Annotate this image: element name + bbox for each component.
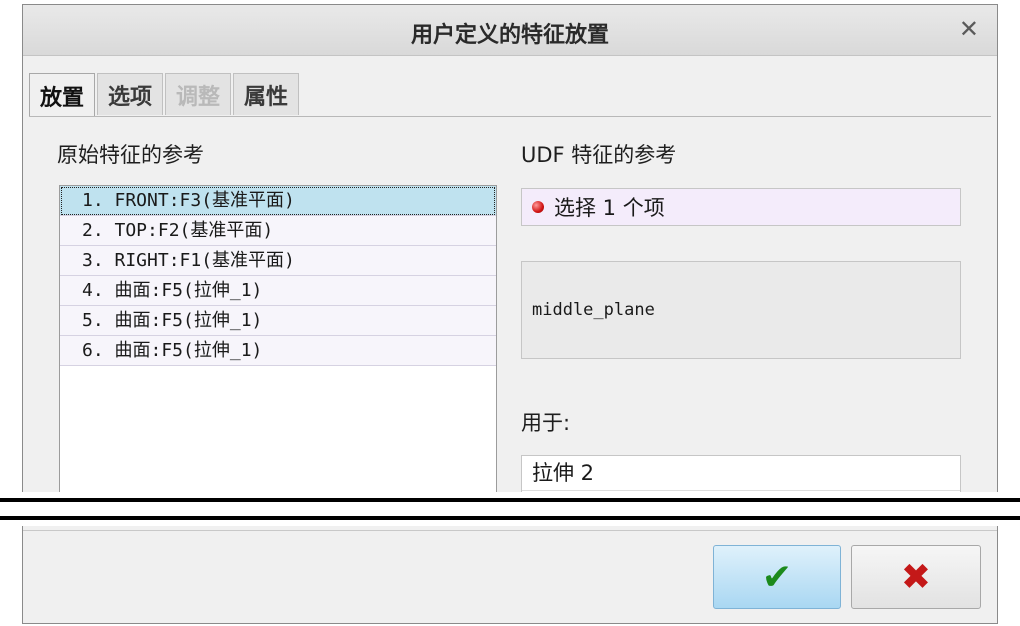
udf-ref-note-text: middle_plane: [532, 300, 655, 320]
break-line-bottom: [0, 516, 1020, 520]
tab-divider: [29, 116, 991, 117]
dialog-title: 用户定义的特征放置: [410, 23, 609, 48]
checkmark-icon: ✔: [761, 556, 793, 598]
list-item[interactable]: 6. 曲面:F5(拉伸_1): [60, 336, 496, 366]
udf-ref-note: middle_plane: [521, 261, 961, 359]
used-for-label: 用于:: [521, 411, 571, 435]
udf-ref-collector[interactable]: 选择 1 个项: [521, 188, 961, 226]
tab-placement[interactable]: 放置: [29, 73, 96, 117]
list-item[interactable]: 3. RIGHT:F1(基准平面): [60, 246, 496, 276]
tab-properties[interactable]: 属性: [233, 73, 300, 115]
ok-button[interactable]: ✔: [713, 545, 841, 609]
close-icon[interactable]: ✕: [959, 15, 979, 43]
tab-options[interactable]: 选项: [97, 73, 164, 115]
tab-adjust: 调整: [165, 73, 232, 115]
list-item[interactable]: 5. 曲面:F5(拉伸_1): [60, 306, 496, 336]
udf-ref-prompt: 选择 1 个项: [554, 196, 665, 220]
cancel-button[interactable]: ✖: [851, 545, 981, 609]
udf-refs-label: UDF 特征的参考: [521, 143, 677, 167]
original-refs-list[interactable]: 1. FRONT:F3(基准平面) 2. TOP:F2(基准平面) 3. RIG…: [59, 185, 497, 515]
break-line-top: [0, 498, 1020, 502]
cancel-x-icon: ✖: [900, 556, 932, 598]
list-item[interactable]: 4. 曲面:F5(拉伸_1): [60, 276, 496, 306]
title-bar: 用户定义的特征放置 ✕: [23, 5, 997, 56]
original-refs-label: 原始特征的参考: [57, 143, 204, 167]
footer-divider: [23, 530, 997, 531]
list-item[interactable]: 拉伸 2: [522, 456, 960, 491]
udf-placement-dialog: 用户定义的特征放置 ✕ 放置 选项 调整 属性 原始特征的参考 UDF 特征的参…: [22, 4, 998, 624]
list-item[interactable]: 2. TOP:F2(基准平面): [60, 216, 496, 246]
required-status-icon: [532, 201, 544, 213]
list-item[interactable]: 1. FRONT:F3(基准平面): [60, 186, 496, 216]
tab-strip: 放置 选项 调整 属性: [29, 73, 301, 117]
screenshot-break-marker: [0, 492, 1020, 526]
